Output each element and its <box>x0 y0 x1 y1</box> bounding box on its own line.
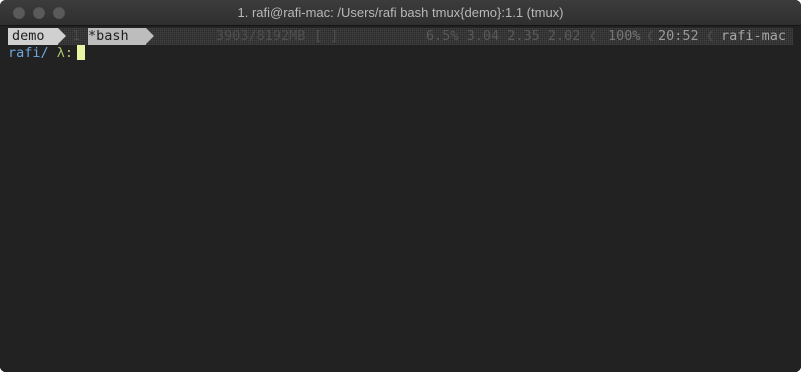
clock-time: 20:52 <box>658 28 699 44</box>
title-bar[interactable]: 1. rafi@rafi-mac: /Users/rafi bash tmux{… <box>0 0 801 26</box>
hostname: rafi-mac <box>721 28 787 44</box>
cpu-load-average: 6.5% 3.04 2.35 2.02 <box>426 28 581 44</box>
separator-icon: ❮ <box>706 28 715 44</box>
window-arrow-separator <box>146 28 154 44</box>
tmux-window-index[interactable]: 1 <box>72 28 86 45</box>
prompt-path: rafi/ <box>8 45 49 61</box>
text-cursor <box>77 45 86 60</box>
tmux-status-bar: demo 1 *bash 3903/8192MB [ ] 6.5% 3.04 2… <box>8 28 793 45</box>
separator-icon: ❮ <box>646 28 655 44</box>
memory-usage: 3903/8192MB <box>216 28 306 44</box>
memory-bar: [ ] <box>314 28 339 44</box>
window-title: 1. rafi@rafi-mac: /Users/rafi bash tmux{… <box>237 5 564 20</box>
shell-prompt[interactable]: rafi/ λ: <box>8 45 86 62</box>
tmux-active-window[interactable]: *bash <box>88 28 146 45</box>
session-arrow-separator <box>58 28 66 44</box>
terminal-window: 1. rafi@rafi-mac: /Users/rafi bash tmux{… <box>0 0 801 372</box>
battery-level: 100% <box>608 28 641 44</box>
terminal-content[interactable]: demo 1 *bash 3903/8192MB [ ] 6.5% 3.04 2… <box>0 26 801 372</box>
separator-icon: ❮ <box>589 28 598 44</box>
tmux-session-name[interactable]: demo <box>8 28 58 45</box>
prompt-symbol: λ: <box>56 45 74 61</box>
